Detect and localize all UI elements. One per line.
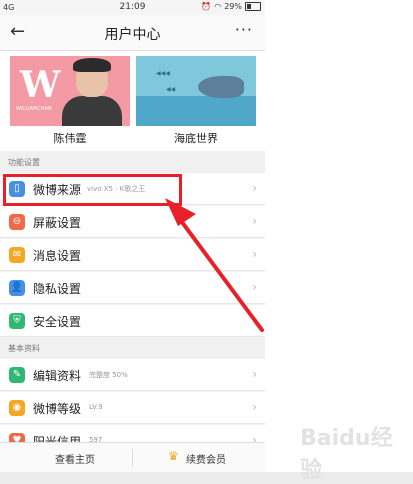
watermark: Baidu经验: [300, 426, 393, 483]
arrow-shaft: [174, 212, 264, 332]
annotation-arrow: [165, 198, 264, 332]
arrow-head: [165, 198, 196, 226]
